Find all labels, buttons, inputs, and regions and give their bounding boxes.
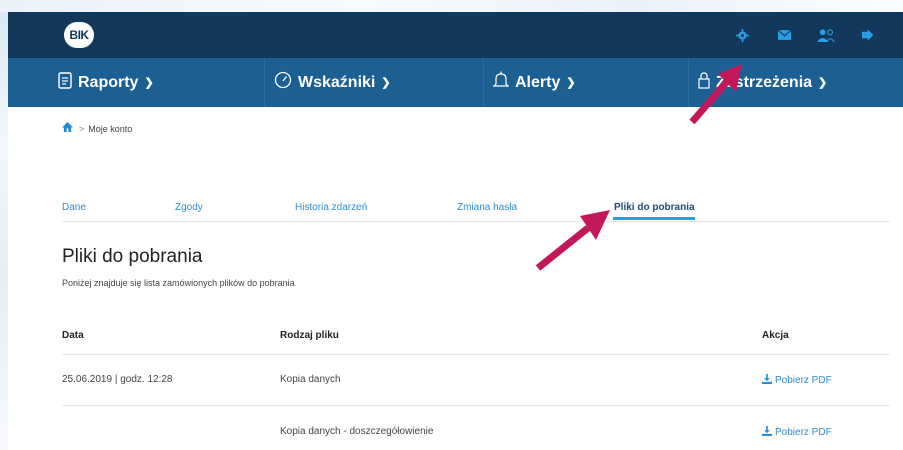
chevron-down-icon: ❯ (566, 77, 576, 89)
annotation-arrow-settings (689, 64, 742, 125)
nav-divider (483, 58, 484, 107)
chevron-down-icon: ❯ (818, 77, 828, 89)
users-icon[interactable] (805, 12, 847, 58)
page-title: Pliki do pobrania (62, 246, 203, 267)
row-date: 25.06.2019 | godz. 12:28 (62, 374, 173, 385)
breadcrumb-separator: > (79, 123, 85, 134)
download-icon (762, 374, 772, 387)
row-divider (62, 405, 890, 406)
nav-raporty-label: Raporty (78, 73, 139, 91)
bell-icon (492, 71, 510, 94)
download-icon (762, 426, 772, 439)
background-left (0, 12, 8, 450)
logout-icon[interactable] (847, 12, 889, 58)
download-pdf-link[interactable]: Pobierz PDF (762, 426, 832, 439)
tab-pliki-do-pobrania[interactable]: Pliki do pobrania (614, 202, 695, 213)
download-pdf-label: Pobierz PDF (775, 375, 832, 386)
main-nav: Raporty ❯ Wskaźniki ❯ Alerty ❯ Zastrzeże… (8, 58, 903, 107)
column-header-action: Akcja (762, 330, 789, 341)
tab-dane[interactable]: Dane (62, 202, 86, 213)
nav-alerty-label: Alerty (515, 73, 561, 91)
nav-raporty[interactable]: Raporty ❯ (58, 58, 154, 107)
download-pdf-label: Pobierz PDF (775, 427, 832, 438)
column-header-date: Data (62, 330, 84, 341)
row-divider (62, 354, 890, 355)
top-bar: BIK (8, 12, 903, 58)
chevron-down-icon: ❯ (144, 77, 154, 89)
tab-zmiana-hasla[interactable]: Zmiana hasła (457, 202, 517, 213)
document-icon (58, 71, 72, 94)
breadcrumb: > Moje konto (62, 122, 132, 135)
envelope-icon[interactable] (763, 12, 805, 58)
gear-icon[interactable] (721, 12, 763, 58)
download-pdf-link[interactable]: Pobierz PDF (762, 374, 832, 387)
background-top (0, 0, 903, 12)
gauge-icon (274, 71, 292, 94)
tab-zgody[interactable]: Zgody (175, 202, 203, 213)
chevron-down-icon: ❯ (381, 77, 391, 89)
nav-alerty[interactable]: Alerty ❯ (492, 58, 576, 107)
nav-wskazniki-label: Wskaźniki (298, 73, 376, 91)
nav-divider (264, 58, 265, 107)
column-header-type: Rodzaj pliku (280, 330, 339, 341)
row-file-type: Kopia danych - doszczegółowienie (280, 426, 434, 437)
annotation-arrow-tab (535, 210, 610, 271)
home-icon[interactable] (62, 122, 73, 135)
tab-historia-zdarzen[interactable]: Historia zdarzeń (295, 202, 367, 213)
row-file-type: Kopia danych (280, 374, 341, 385)
bik-logo[interactable]: BIK (64, 22, 94, 48)
account-tabs: Dane Zgody Historia zdarzeń Zmiana hasła… (62, 202, 890, 222)
active-tab-indicator (613, 217, 695, 220)
breadcrumb-current: Moje konto (88, 123, 133, 134)
page-subtitle: Poniżej znajduje się lista zamówionych p… (62, 278, 295, 288)
top-icon-group (721, 12, 889, 58)
nav-wskazniki[interactable]: Wskaźniki ❯ (274, 58, 391, 107)
